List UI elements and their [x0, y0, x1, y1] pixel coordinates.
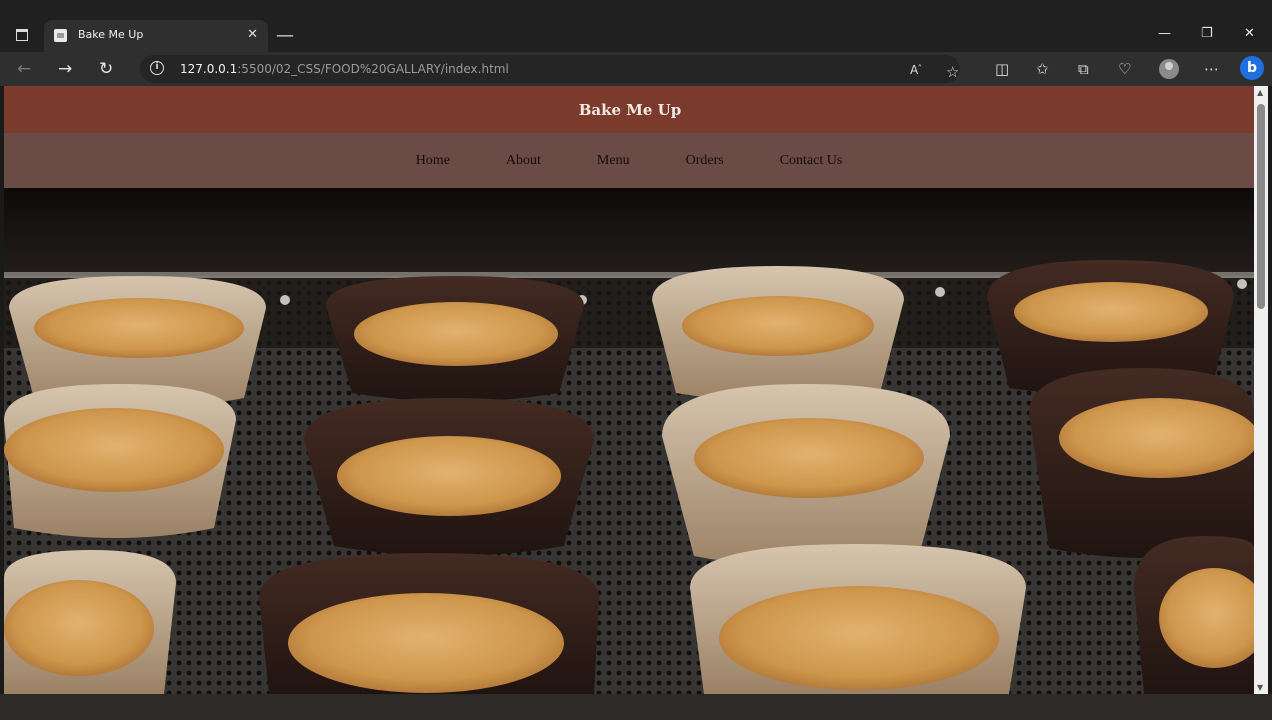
tab-close-icon[interactable]: ✕: [247, 27, 258, 42]
copilot-icon[interactable]: b: [1240, 56, 1264, 80]
forward-icon[interactable]: →: [58, 59, 72, 79]
nav-about-link[interactable]: About: [506, 153, 541, 169]
split-screen-icon[interactable]: ◫: [995, 60, 1009, 78]
page-viewport: Bake Me Up Home About Menu Orders Contac…: [4, 86, 1254, 694]
favorites-icon[interactable]: ✩: [1036, 60, 1049, 78]
site-title: Bake Me Up: [578, 100, 682, 119]
site-nav: Home About Menu Orders Contact Us: [4, 133, 1254, 188]
nav-orders-link[interactable]: Orders: [686, 153, 724, 169]
scroll-down-icon[interactable]: ▼: [1257, 683, 1263, 692]
nav-menu-link[interactable]: Menu: [597, 153, 630, 169]
site-info-icon[interactable]: i: [150, 61, 164, 75]
site-header: Bake Me Up: [4, 86, 1254, 133]
scroll-up-icon[interactable]: ▲: [1257, 88, 1263, 97]
browser-tab[interactable]: Bake Me Up ✕: [44, 20, 268, 52]
nav-home-link[interactable]: Home: [416, 153, 450, 169]
nav-contact-link[interactable]: Contact Us: [780, 153, 843, 169]
cupcakes-photo: [4, 188, 1254, 694]
favorite-star-icon[interactable]: ☆: [946, 63, 959, 81]
read-aloud-icon[interactable]: Aᴬ: [910, 63, 921, 77]
url-text: 127.0.0.1:5500/02_CSS/FOOD%20GALLARY/ind…: [180, 62, 509, 76]
browser-toolbar: ← → ↻ i 127.0.0.1:5500/02_CSS/FOOD%20GAL…: [0, 52, 1272, 86]
hero-image: [4, 188, 1254, 694]
scroll-thumb[interactable]: [1257, 104, 1265, 309]
minimize-icon[interactable]: —: [1158, 26, 1171, 41]
address-bar[interactable]: i 127.0.0.1:5500/02_CSS/FOOD%20GALLARY/i…: [140, 55, 960, 83]
new-tab-icon[interactable]: —: [276, 25, 294, 46]
bottom-edge: [0, 694, 1272, 720]
collections-icon[interactable]: ⧉: [1078, 60, 1089, 78]
page-favicon-icon: [54, 29, 67, 42]
more-menu-icon[interactable]: ⋯: [1204, 60, 1219, 78]
refresh-icon[interactable]: ↻: [99, 59, 113, 79]
profile-avatar-icon[interactable]: [1159, 59, 1179, 79]
back-icon[interactable]: ←: [17, 59, 31, 79]
close-window-icon[interactable]: ✕: [1244, 26, 1255, 41]
window-menu-icon[interactable]: [16, 29, 28, 41]
browser-essentials-icon[interactable]: ♡: [1118, 60, 1131, 78]
browser-tab-strip: Bake Me Up ✕ — — ❐ ✕: [0, 0, 1272, 52]
restore-icon[interactable]: ❐: [1201, 26, 1213, 41]
page-scrollbar[interactable]: ▲ ▼: [1254, 86, 1268, 694]
tab-title: Bake Me Up: [78, 28, 144, 41]
